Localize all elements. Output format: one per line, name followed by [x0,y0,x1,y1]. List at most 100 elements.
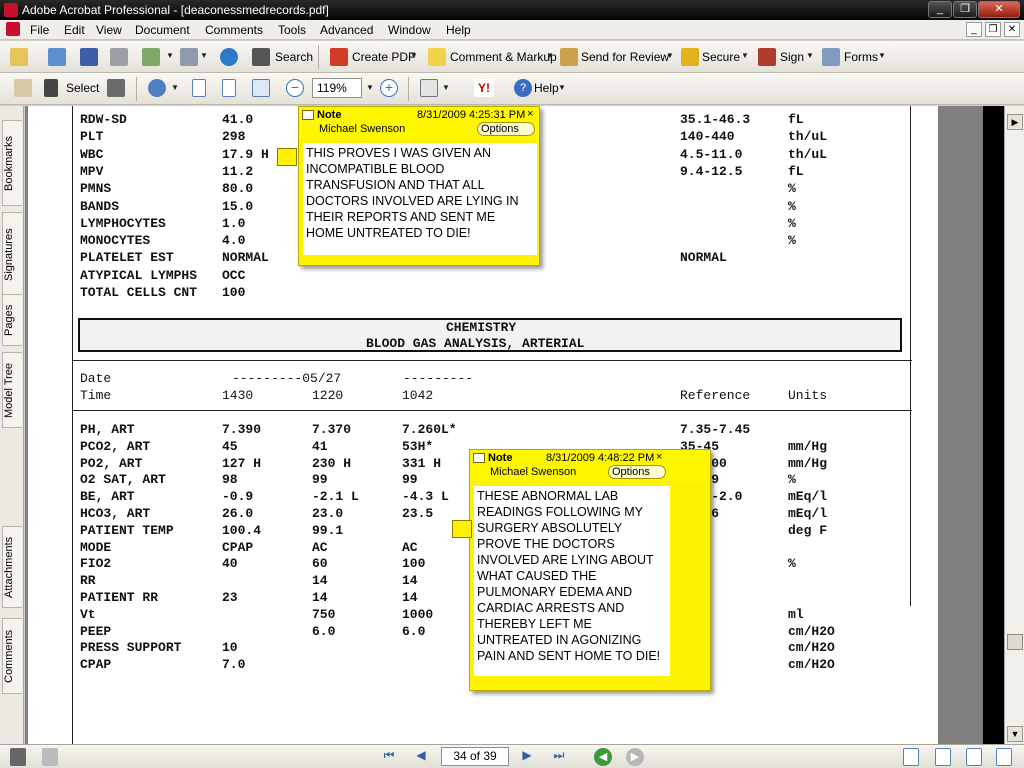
note-text[interactable]: THIS PROVES I WAS GIVEN AN INCOMPATIBLE … [303,143,537,255]
sign-button[interactable]: Sign [780,50,804,64]
scrollbar-thumb[interactable] [1007,634,1023,650]
menu-comments[interactable]: Comments [205,23,263,37]
cell-text: 26.0 [222,506,254,521]
zoom-in-icon[interactable]: + [380,79,398,97]
chevron-down-icon[interactable]: ▼ [171,83,179,92]
minimize-button[interactable]: _ [928,1,952,18]
zoom-out-icon[interactable]: − [286,79,304,97]
chevron-down-icon[interactable]: ▼ [806,51,814,60]
vertical-scrollbar[interactable]: ▶ ▼ [1004,106,1024,744]
menu-advanced[interactable]: Advanced [320,23,373,37]
close-button[interactable]: ✕ [978,1,1020,18]
create-pdf-button[interactable]: Create PDF [352,50,415,64]
menu-file[interactable]: File [30,23,49,37]
globe-icon[interactable] [220,48,238,66]
first-page-icon[interactable]: ⏮ [381,748,397,766]
note-close-button[interactable]: × [656,451,662,463]
chevron-down-icon[interactable]: ▼ [558,83,566,92]
chevron-down-icon[interactable]: ▼ [442,83,450,92]
chevron-down-icon[interactable]: ▼ [166,51,174,60]
hand-tool-icon[interactable] [14,79,32,97]
chevron-down-icon[interactable]: ▼ [410,51,418,60]
menu-help[interactable]: Help [446,23,471,37]
comment-note[interactable]: Note 8/31/2009 4:48:22 PM × Michael Swen… [469,449,711,691]
menu-document[interactable]: Document [135,23,190,37]
date-dashes: --------- [403,371,474,386]
rotate-icon[interactable] [420,79,438,97]
chevron-down-icon[interactable]: ▼ [200,51,208,60]
tab-attachments[interactable]: Attachments [2,526,22,608]
sticky-note-icon[interactable] [277,148,297,166]
menu-window[interactable]: Window [388,23,431,37]
actual-size-icon[interactable] [192,79,206,97]
note-options-button[interactable]: Options [477,122,535,136]
cell-text: 6.0 [312,623,336,639]
snapshot-icon[interactable] [107,79,125,97]
doc-restore-button[interactable]: ❐ [985,22,1001,37]
go-forward-icon[interactable]: ▶ [626,748,644,766]
document-properties-icon[interactable] [42,748,58,766]
note-options-button[interactable]: Options [608,465,666,479]
attach-icon[interactable] [180,48,198,66]
fit-page-icon[interactable] [222,79,236,97]
scroll-right-icon[interactable]: ▶ [1007,114,1023,130]
scroll-down-icon[interactable]: ▼ [1007,726,1023,742]
zoom-icon[interactable] [148,79,166,97]
send-for-review-button[interactable]: Send for Review [581,50,669,64]
document-icon[interactable] [6,22,20,36]
comment-markup-button[interactable]: Comment & Markup [450,50,557,64]
note-author: Michael Swenson [319,123,406,135]
fit-width-icon[interactable] [252,79,270,97]
menu-view[interactable]: View [96,23,122,37]
cell-text: 1.0 [222,215,246,231]
comment-note[interactable]: Note 8/31/2009 4:25:31 PM × Michael Swen… [298,106,540,266]
panel-icon[interactable] [10,748,26,766]
continuous-facing-icon[interactable] [996,748,1012,766]
chevron-down-icon[interactable]: ▼ [666,51,674,60]
page-number-field[interactable]: 34 of 39 [441,747,509,766]
chevron-down-icon[interactable]: ▼ [878,51,886,60]
cell-text: TOTAL CELLS CNT [80,285,198,300]
continuous-icon[interactable] [935,748,951,766]
tab-signatures[interactable]: Signatures [2,212,22,298]
next-page-icon[interactable]: ▶ [519,748,535,766]
select-tool-button[interactable]: Select [66,81,99,95]
restore-button[interactable]: ❐ [953,1,977,18]
secure-button[interactable]: Secure [702,50,740,64]
tab-comments[interactable]: Comments [2,618,22,694]
comment-icon [428,48,446,66]
open-icon[interactable] [10,48,28,66]
previous-page-icon[interactable]: ◀ [413,748,429,766]
tab-bookmarks[interactable]: Bookmarks [2,120,22,206]
cell-text: 750 [312,606,336,622]
sticky-note-icon[interactable] [452,520,472,538]
chevron-down-icon[interactable]: ▼ [741,51,749,60]
email-icon[interactable] [142,48,160,66]
note-close-button[interactable]: × [527,108,533,120]
print-icon[interactable] [110,48,128,66]
note-text[interactable]: THESE ABNORMAL LAB READINGS FOLLOWING MY… [474,486,670,676]
menu-edit[interactable]: Edit [64,23,85,37]
doc-minimize-button[interactable]: _ [966,22,982,37]
divider [72,360,912,361]
facing-icon[interactable] [966,748,982,766]
save-icon[interactable] [80,48,98,66]
single-page-icon[interactable] [903,748,919,766]
chevron-down-icon[interactable]: ▼ [546,51,554,60]
organizer-icon[interactable] [48,48,66,66]
cell-text: mEq/l [788,506,828,521]
menu-tools[interactable]: Tools [278,23,306,37]
chevron-down-icon[interactable]: ▼ [366,83,374,92]
cell-text: 15.0 [222,198,254,214]
yahoo-icon[interactable]: Y! [474,79,494,97]
search-button[interactable]: Search [275,50,313,64]
doc-close-button[interactable]: ✕ [1004,22,1020,37]
forms-button[interactable]: Forms [844,50,878,64]
last-page-icon[interactable]: ⏭ [551,748,567,766]
zoom-level-field[interactable] [312,78,362,98]
tab-model-tree[interactable]: Model Tree [2,352,22,428]
go-back-icon[interactable]: ◀ [594,748,612,766]
cell-text: 99.1 [312,522,344,538]
help-button[interactable]: Help [534,81,559,95]
tab-pages[interactable]: Pages [2,294,22,346]
